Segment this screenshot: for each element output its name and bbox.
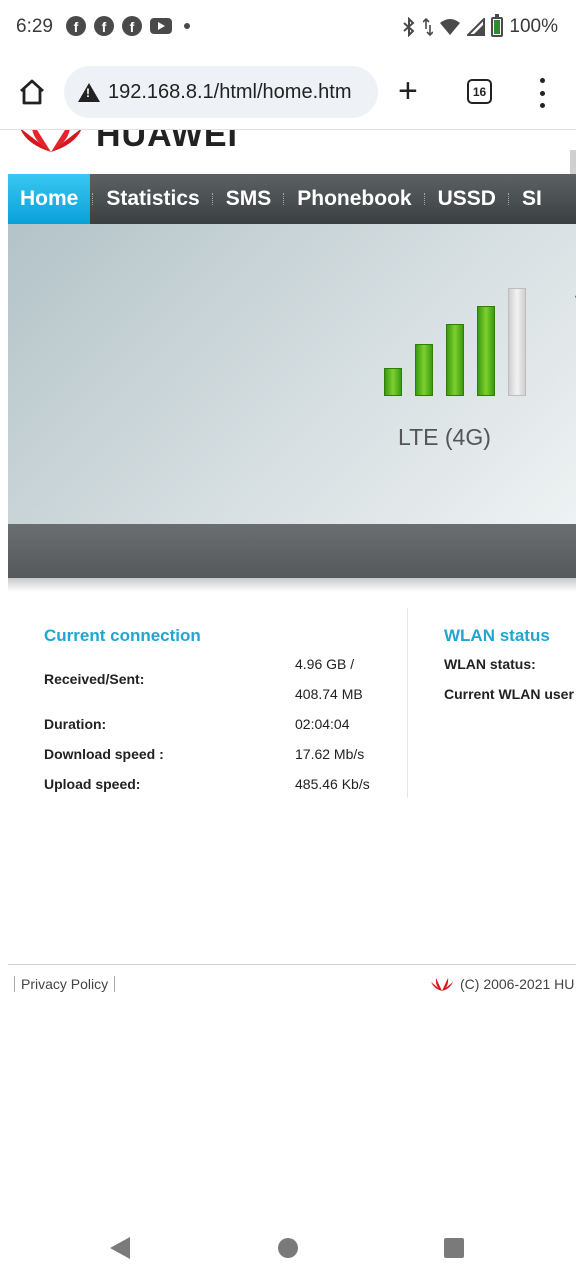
network-type: LTE (4G) xyxy=(398,424,491,450)
duration-row: Duration: 02:04:04 xyxy=(44,716,404,746)
wlan-users-label: Current WLAN user xyxy=(444,686,574,702)
url-text[interactable]: 192.168.8.1/html/home.htm xyxy=(108,81,351,104)
status-bar: 6:29 f f f 100% xyxy=(0,0,576,56)
more-notifications-icon xyxy=(184,23,190,29)
upload-row: Upload speed: 485.46 Kb/s xyxy=(44,776,404,806)
address-bar[interactable]: 192.168.8.1/html/home.htm xyxy=(64,66,378,118)
system-home-icon[interactable] xyxy=(278,1238,298,1258)
signal-bar-5 xyxy=(508,288,526,396)
upload-value: 485.46 Kb/s xyxy=(295,776,370,792)
main-nav: Home Statistics SMS Phonebook USSD SI xyxy=(8,174,576,224)
nav-tab-home[interactable]: Home xyxy=(8,174,91,224)
browser-menu-icon[interactable] xyxy=(537,78,547,108)
facebook-icon: f xyxy=(66,16,86,36)
status-banner: LTE (4G) S C c xyxy=(8,224,576,524)
nav-tab-sms[interactable]: SMS xyxy=(216,174,282,224)
system-icons: 100% xyxy=(401,14,558,38)
nav-tab-statistics[interactable]: Statistics xyxy=(96,174,209,224)
received-sent-label: Received/Sent: xyxy=(44,671,145,687)
banner-footer-strip xyxy=(8,524,576,578)
copyright: (C) 2006-2021 HU xyxy=(430,976,574,992)
new-tab-plus-icon[interactable]: + xyxy=(398,74,418,108)
wlan-users-row: Current WLAN user xyxy=(444,686,576,716)
nav-tab-phonebook[interactable]: Phonebook xyxy=(287,174,421,224)
battery-icon xyxy=(491,14,504,37)
facebook-icon: f xyxy=(122,16,142,36)
web-page: HUAWEI Home Statistics SMS Phonebook USS… xyxy=(0,130,576,1205)
download-row: Download speed : 17.62 Mb/s xyxy=(44,746,404,776)
huawei-small-logo-icon xyxy=(431,978,453,991)
current-connection-panel: Current connection 4.96 GB / Received/Se… xyxy=(44,626,404,806)
duration-label: Duration: xyxy=(44,716,107,732)
nav-separator xyxy=(507,193,510,205)
back-icon[interactable] xyxy=(110,1237,130,1259)
notification-icons: f f f xyxy=(66,16,190,36)
bluetooth-icon xyxy=(403,17,415,37)
signal-strength-icon xyxy=(374,284,526,396)
cell-signal-icon xyxy=(467,18,486,36)
copyright-text: (C) 2006-2021 HU xyxy=(460,976,575,992)
banner-shadow xyxy=(8,578,576,592)
browser-toolbar: 192.168.8.1/html/home.htm + 16 xyxy=(0,56,576,130)
wifi-icon xyxy=(440,19,461,35)
nav-separator xyxy=(423,193,426,205)
tab-switcher-button[interactable]: 16 xyxy=(467,79,492,104)
huawei-logo: HUAWEI xyxy=(10,130,576,174)
facebook-icon: f xyxy=(94,16,114,36)
upload-label: Upload speed: xyxy=(44,776,141,792)
wlan-status-panel: WLAN status WLAN status: Current WLAN us… xyxy=(444,626,576,716)
nav-separator xyxy=(92,193,94,205)
received-value: 4.96 GB / xyxy=(295,656,355,672)
nav-separator xyxy=(211,193,214,205)
youtube-icon xyxy=(150,18,172,34)
system-nav-bar xyxy=(0,1205,576,1280)
status-time: 6:29 xyxy=(16,16,53,37)
wlan-status-label: WLAN status: xyxy=(444,656,536,672)
download-label: Download speed : xyxy=(44,746,164,762)
home-icon[interactable] xyxy=(18,78,46,106)
current-connection-title: Current connection xyxy=(44,626,201,645)
duration-value: 02:04:04 xyxy=(295,716,350,732)
signal-bar-2 xyxy=(415,344,433,396)
signal-bar-4 xyxy=(477,306,495,396)
signal-bar-3 xyxy=(446,324,464,396)
nav-separator xyxy=(283,193,285,205)
battery-percent: 100% xyxy=(509,16,558,37)
wlan-status-row: WLAN status: xyxy=(444,656,576,686)
nav-tab-more[interactable]: SI xyxy=(512,174,552,224)
not-secure-warning-icon[interactable] xyxy=(78,82,100,102)
footer-divider xyxy=(8,964,576,965)
sent-value: 408.74 MB xyxy=(295,686,363,702)
brand-name: HUAWEI xyxy=(96,130,238,154)
wlan-status-title: WLAN status xyxy=(444,626,550,645)
recent-apps-icon[interactable] xyxy=(444,1238,464,1258)
privacy-policy-link[interactable]: Privacy Policy xyxy=(14,976,116,992)
received-sent-row-2: Received/Sent: 408.74 MB xyxy=(44,671,404,716)
download-value: 17.62 Mb/s xyxy=(295,746,365,762)
panel-divider xyxy=(407,608,408,798)
huawei-petal-icon xyxy=(20,130,82,152)
nav-tab-ussd[interactable]: USSD xyxy=(428,174,506,224)
signal-bar-1 xyxy=(384,368,402,396)
data-arrows-icon xyxy=(423,17,434,37)
